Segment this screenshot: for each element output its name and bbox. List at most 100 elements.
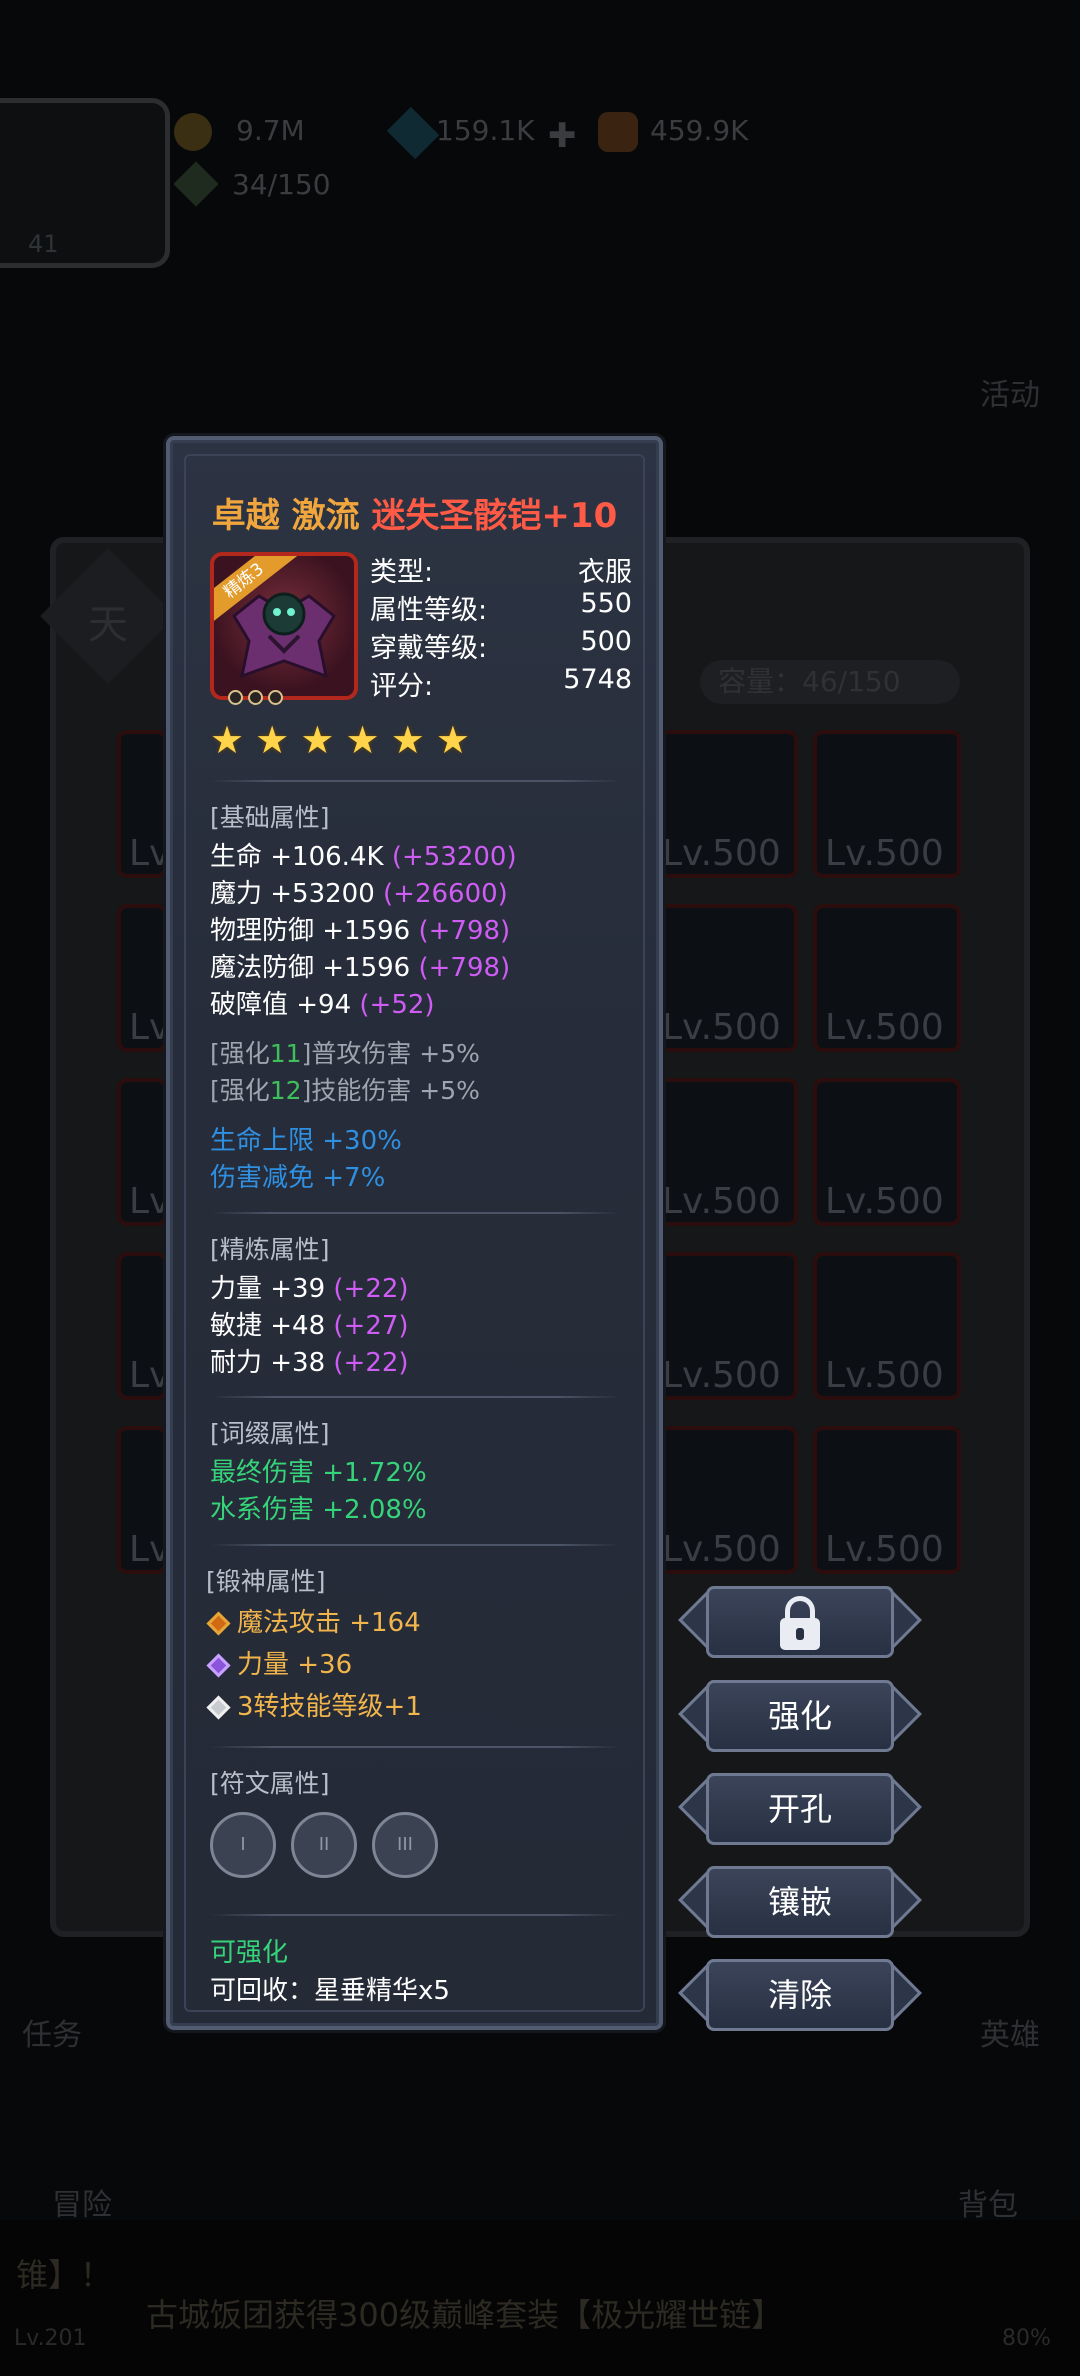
inlay-button[interactable]: 镶嵌 — [678, 1862, 922, 1942]
rune-slot[interactable]: II — [291, 1812, 357, 1878]
activity-label: 活动 — [980, 378, 1040, 413]
divider — [210, 780, 620, 782]
enhance-bonus-line: 伤害减免 +7% — [210, 1163, 386, 1193]
potion-icon — [598, 112, 638, 152]
affix-attr-line: 最终伤害 +1.72% — [210, 1458, 427, 1488]
divider — [210, 1914, 620, 1916]
refine-attrs-header: [精炼属性] — [210, 1235, 330, 1264]
base-attr-line: 魔法防御 +1596 (+798) — [210, 953, 511, 983]
inventory-slot: Lv — [117, 730, 170, 878]
lock-button[interactable] — [678, 1582, 922, 1662]
forge-attr-line: 3转技能等级+1 — [206, 1686, 422, 1723]
affix-attr-line: 水系伤害 +2.08% — [210, 1495, 427, 1525]
open-socket-button-label: 开孔 — [767, 1790, 832, 1828]
inventory-slot: Lv.500 — [813, 1078, 961, 1226]
socket-dot — [228, 690, 243, 705]
inventory-slot: Lv.500 — [650, 730, 798, 878]
inventory-slot: Lv.500 — [650, 904, 798, 1052]
clear-button-label: 清除 — [767, 1976, 832, 2014]
rune-slot[interactable]: I — [210, 1812, 276, 1878]
inventory-slot: Lv.500 — [813, 904, 961, 1052]
clear-button[interactable]: 清除 — [678, 1955, 922, 2035]
inventory-slot: Lv.500 — [813, 1252, 961, 1400]
nav-hero: 英雄 — [980, 2018, 1040, 2053]
divider — [210, 1396, 620, 1398]
item-title: 卓越 激流 迷失圣骸铠+10 — [170, 488, 659, 537]
rune-attrs-header: [符文属性] — [210, 1769, 330, 1798]
unlock-icon — [796, 1628, 804, 1640]
enhance-button[interactable]: 强化 — [678, 1676, 922, 1756]
star-icon: ★ — [435, 718, 470, 762]
gold-amount: 9.7M — [236, 114, 305, 147]
refine-attr-line: 力量 +39 (+22) — [210, 1274, 409, 1304]
inventory-slot: Lv.500 — [650, 1078, 798, 1226]
enhance-line: [强化12]技能伤害 +5% — [210, 1076, 480, 1105]
inventory-slot: Lv — [117, 1078, 170, 1226]
inventory-slot: Lv — [117, 1252, 170, 1400]
nav-task: 任务 — [22, 2018, 82, 2053]
open-socket-button[interactable]: 开孔 — [678, 1769, 922, 1849]
divider — [210, 1746, 620, 1748]
divider — [210, 1544, 620, 1546]
divider — [210, 1212, 620, 1214]
forge-attr-line: 力量 +36 — [206, 1644, 352, 1681]
bottom-level: Lv.201 — [14, 2326, 87, 2351]
inventory-slot: Lv.500 — [813, 730, 961, 878]
news-line-2: 古城饭团获得300级巅峰套装【极光耀世链】 — [146, 2296, 784, 2334]
affix-attrs-header: [词缀属性] — [210, 1419, 330, 1448]
player-avatar — [0, 98, 170, 268]
base-attr-line: 魔力 +53200 (+26600) — [210, 879, 508, 909]
inlay-button-label: 镶嵌 — [767, 1883, 832, 1921]
nav-bag: 背包 — [958, 2188, 1018, 2223]
gem-icon — [386, 106, 440, 160]
energy-icon — [173, 161, 219, 207]
base-attr-line: 破障值 +94 (+52) — [210, 990, 435, 1020]
attr-level-value: 550 — [580, 588, 632, 619]
item-name: 迷失圣骸铠+10 — [371, 496, 618, 536]
inventory-slot: Lv.500 — [813, 1426, 961, 1574]
base-attr-line: 物理防御 +1596 (+798) — [210, 916, 511, 946]
star-icon: ★ — [210, 718, 245, 762]
wear-level-value: 500 — [580, 626, 632, 657]
item-icon: 精炼3 — [210, 552, 358, 700]
inventory-slot: Lv — [117, 1426, 170, 1574]
gem-amount: 159.1K — [436, 114, 535, 147]
capacity-pill: 容量：46/150 — [700, 660, 960, 704]
forge-purple-icon — [206, 1653, 231, 1678]
potion-amount: 459.9K — [650, 114, 749, 147]
base-attr-line: 生命 +106.4K (+53200) — [210, 842, 517, 872]
inventory-slot: Lv — [117, 904, 170, 1052]
add-gem-icon: ✚ — [548, 116, 577, 156]
socket-dot — [268, 690, 283, 705]
item-quality: 卓越 激流 — [211, 496, 360, 536]
star-icon: ★ — [300, 718, 335, 762]
forge-attrs-header: [锻神属性] — [206, 1567, 326, 1596]
inventory-slot: Lv.500 — [650, 1252, 798, 1400]
inventory-slot: Lv.500 — [650, 1426, 798, 1574]
refine-attr-line: 敏捷 +48 (+27) — [210, 1311, 409, 1341]
socket-dot — [248, 690, 263, 705]
energy-amount: 34/150 — [232, 168, 331, 201]
enhance-button-label: 强化 — [767, 1697, 832, 1735]
forge-attr-line: 魔法攻击 +164 — [206, 1602, 421, 1639]
star-icon: ★ — [255, 718, 290, 762]
calendar-char: 天 — [88, 602, 128, 648]
item-detail-panel: 卓越 激流 迷失圣骸铠+10 精炼3 类型: 衣服 属性等级: 550 穿戴等级… — [166, 436, 663, 2030]
type-label: 类型: — [370, 557, 434, 588]
can-enhance-text: 可强化 — [210, 1938, 289, 1968]
news-line-1: 锥】！ — [16, 2256, 113, 2294]
score-label: 评分: — [370, 671, 434, 702]
bottom-progress: 80% — [1002, 2326, 1051, 2351]
type-value: 衣服 — [578, 557, 632, 588]
forge-grey-icon — [206, 1695, 231, 1720]
refine-attr-line: 耐力 +38 (+22) — [210, 1348, 409, 1378]
enhance-line: [强化11]普攻伤害 +5% — [210, 1039, 480, 1068]
nav-adventure: 冒险 — [52, 2188, 112, 2223]
star-icon: ★ — [345, 718, 380, 762]
star-icon: ★ — [390, 718, 425, 762]
rune-slot[interactable]: III — [372, 1812, 438, 1878]
base-attrs-header: [基础属性] — [210, 803, 330, 832]
player-level: 41 — [28, 230, 59, 258]
gold-icon — [174, 113, 212, 151]
enhance-bonus-line: 生命上限 +30% — [210, 1126, 402, 1156]
